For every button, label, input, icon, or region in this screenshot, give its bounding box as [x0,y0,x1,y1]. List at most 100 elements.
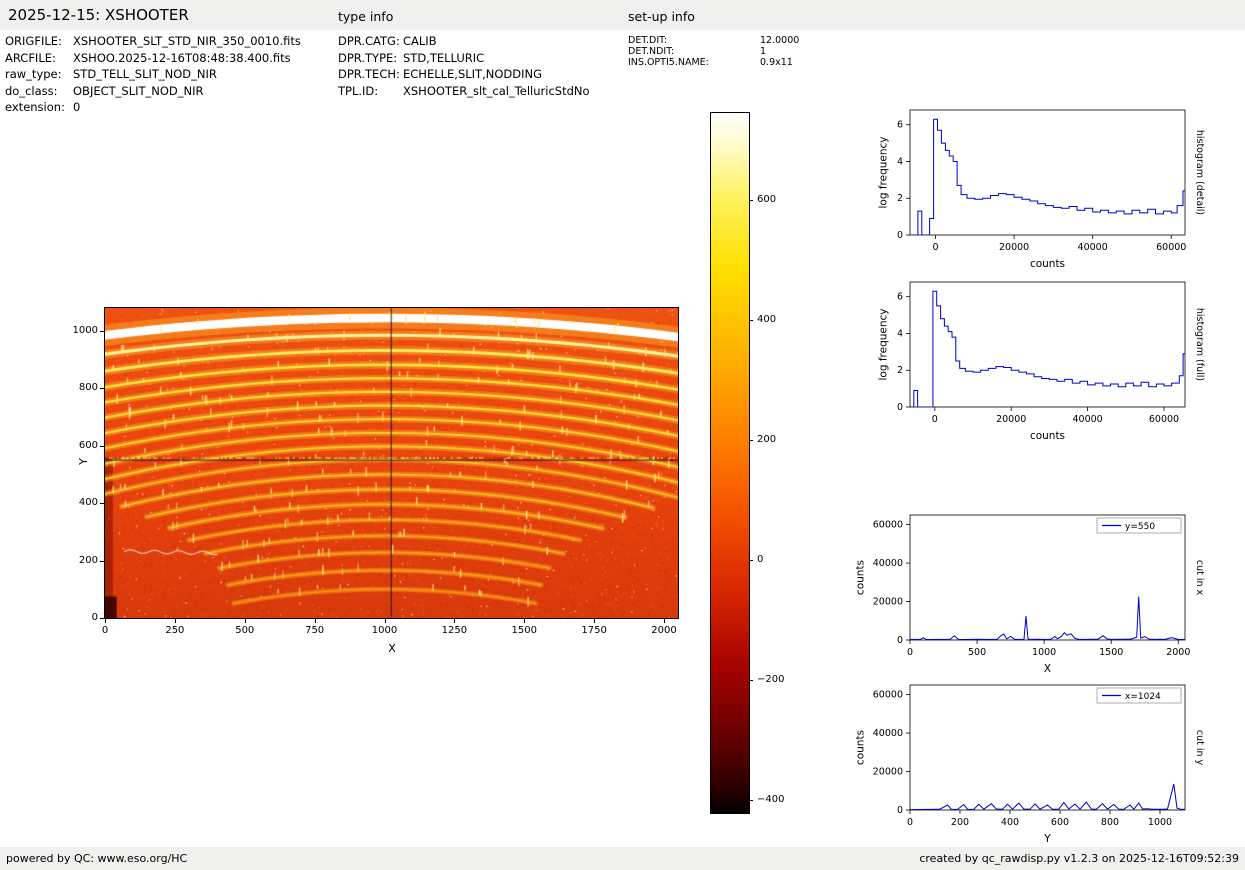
meta-label: extension: [5,99,73,116]
svg-text:0: 0 [897,635,903,646]
colorbar-tick-label: 0 [757,554,763,565]
footer-bar: powered by QC: www.eso.org/HC created by… [0,847,1245,870]
svg-text:400: 400 [1001,817,1019,828]
colorbar [710,112,750,814]
image-x-tick-label: 1500 [506,625,542,636]
setup-info-block: DET.DIT:12.0000 DET.NDIT:1 INS.OPTI5.NAM… [628,35,799,68]
meta-label: INS.OPTI5.NAME: [628,57,760,68]
cut-x-xlabel: X [1044,663,1051,675]
meta-row-ins-opti5: INS.OPTI5.NAME:0.9x11 [628,57,799,68]
file-info-block: ORIGFILE:XSHOOTER_SLT_STD_NIR_350_0010.f… [5,33,301,116]
meta-value: 12.0000 [760,35,799,46]
cut-x-right-label: cut in x [1194,560,1205,596]
cut-y-right-label: cut in y [1194,730,1205,766]
cut-y-xlabel: Y [1043,833,1051,845]
image-x-tick [385,619,386,623]
meta-label: DPR.TYPE: [338,50,403,67]
svg-text:0: 0 [897,805,903,816]
meta-row-det-dit: DET.DIT:12.0000 [628,35,799,46]
svg-text:40000: 40000 [1078,242,1108,253]
svg-text:0: 0 [897,230,903,241]
image-x-tick-label: 1750 [576,625,612,636]
svg-text:20000: 20000 [873,767,903,778]
meta-label: TPL.ID: [338,83,403,100]
image-y-tick [100,503,104,504]
svg-text:1500: 1500 [1099,647,1123,658]
svg-text:6: 6 [897,292,903,303]
meta-label: DET.NDIT: [628,46,760,57]
svg-text:40000: 40000 [1072,414,1102,425]
image-x-tick [105,619,106,623]
svg-text:0: 0 [932,414,938,425]
meta-label: do_class: [5,83,73,100]
cut-x-svg: 05001000150020000200004000060000Xcountsc… [845,510,1245,678]
image-x-tick-label: 2000 [646,625,682,636]
image-x-tick [454,619,455,623]
meta-value: 0.9x11 [760,57,793,68]
meta-label: ORIGFILE: [5,33,73,50]
svg-text:500: 500 [968,647,986,658]
meta-label: DPR.TECH: [338,66,403,83]
image-y-tick [100,388,104,389]
svg-text:0: 0 [897,402,903,413]
hist-full-svg: 02000040000600000246countslog frequencyh… [845,277,1245,445]
image-y-tick [100,331,104,332]
image-x-tick [664,619,665,623]
cut-x-legend-label: y=550 [1125,522,1155,532]
svg-text:2: 2 [897,365,903,376]
main-y-axis-label: Y [77,458,90,465]
svg-text:20000: 20000 [996,414,1026,425]
meta-label: raw_type: [5,66,73,83]
svg-text:0: 0 [907,817,913,828]
raw-image-canvas [104,307,679,619]
histogram-detail-chart: 02000040000600000246countslog frequencyh… [845,105,1245,273]
colorbar-tick-label: 200 [757,434,776,445]
histogram-full-chart: 02000040000600000246countslog frequencyh… [845,277,1245,445]
meta-label: DET.DIT: [628,35,760,46]
type-info-block: DPR.CATG:CALIB DPR.TYPE:STD,TELLURIC DPR… [338,33,590,99]
svg-text:4: 4 [897,328,903,339]
svg-text:60000: 60000 [1156,242,1186,253]
image-y-tick-label: 0 [66,612,98,623]
image-x-tick [175,619,176,623]
image-y-tick-label: 200 [66,555,98,566]
svg-text:200: 200 [951,817,969,828]
svg-text:6: 6 [897,120,903,131]
type-info-heading: type info [338,9,393,24]
meta-label: DPR.CATG: [338,33,403,50]
meta-value: STD_TELL_SLIT_NOD_NIR [73,67,217,81]
meta-value: XSHOOTER_slt_cal_TelluricStdNo [403,84,590,98]
image-y-tick [100,446,104,447]
meta-row-dpr-type: DPR.TYPE:STD,TELLURIC [338,50,590,67]
image-x-tick [524,619,525,623]
meta-row-origfile: ORIGFILE:XSHOOTER_SLT_STD_NIR_350_0010.f… [5,33,301,50]
image-x-tick [245,619,246,623]
svg-text:20000: 20000 [999,242,1029,253]
hist-full-ylabel: log frequency [877,308,889,380]
footer-created-by: created by qc_rawdisp.py v1.2.3 on 2025-… [919,852,1239,865]
meta-value: XSHOO.2025-12-16T08:48:38.400.fits [73,51,291,65]
colorbar-tick [749,560,753,561]
colorbar-tick-label: −200 [757,674,784,685]
meta-row-tpl-id: TPL.ID:XSHOOTER_slt_cal_TelluricStdNo [338,83,590,100]
image-y-tick-label: 600 [66,440,98,451]
colorbar-tick [749,680,753,681]
svg-text:600: 600 [1051,817,1069,828]
meta-row-do-class: do_class:OBJECT_SLIT_NOD_NIR [5,83,301,100]
cut-y-ylabel: counts [855,730,867,765]
colorbar-tick [749,440,753,441]
meta-value: 0 [73,100,80,114]
svg-text:40000: 40000 [873,728,903,739]
colorbar-tick-label: 600 [757,194,776,205]
svg-text:800: 800 [1101,817,1119,828]
image-y-tick-label: 1000 [66,325,98,336]
svg-text:0: 0 [933,242,939,253]
image-x-tick [315,619,316,623]
svg-text:2: 2 [897,193,903,204]
image-x-tick-label: 0 [87,625,123,636]
meta-value: ECHELLE,SLIT,NODDING [403,67,542,81]
cut-in-x-chart: 05001000150020000200004000060000Xcountsc… [845,510,1245,678]
hist-full-xlabel: counts [1030,430,1065,442]
meta-value: XSHOOTER_SLT_STD_NIR_350_0010.fits [73,34,301,48]
meta-row-raw-type: raw_type:STD_TELL_SLIT_NOD_NIR [5,66,301,83]
